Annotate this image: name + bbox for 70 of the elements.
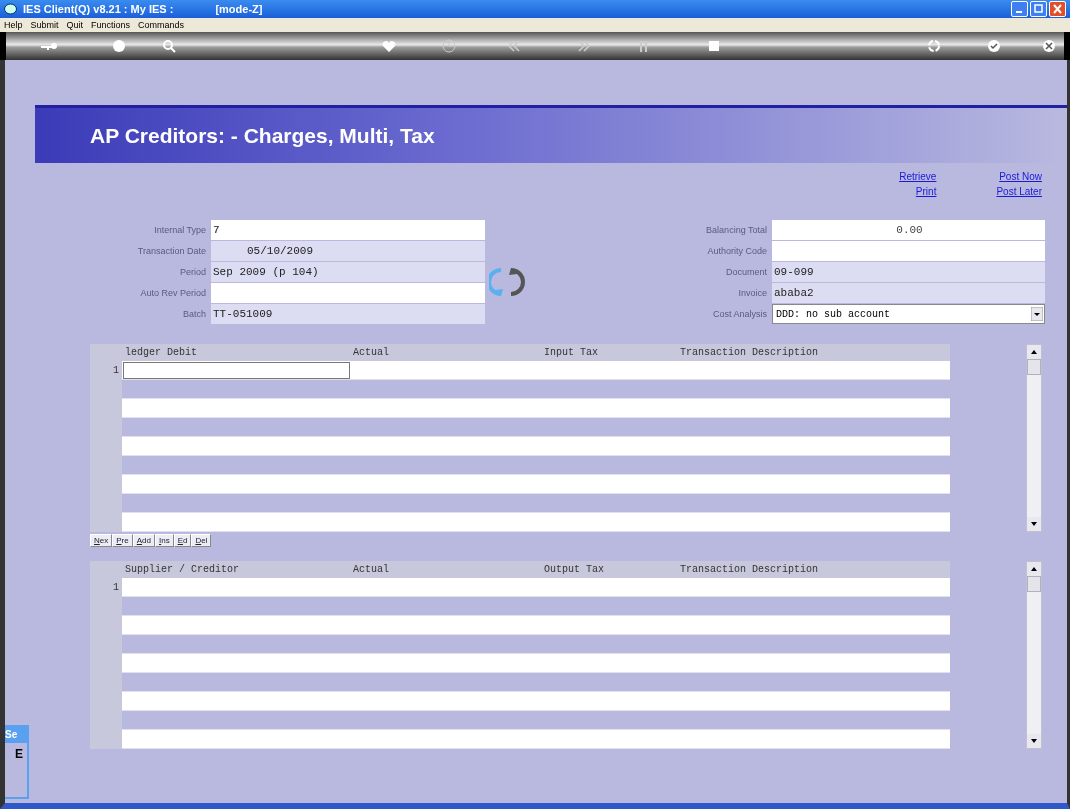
close-icon[interactable] xyxy=(1040,38,1058,54)
input-field[interactable] xyxy=(772,241,1045,261)
search-icon[interactable] xyxy=(160,38,178,54)
action-link[interactable]: Post Now xyxy=(996,171,1042,182)
check-icon[interactable] xyxy=(985,38,1003,54)
column-header: Transaction Description xyxy=(680,347,819,358)
column-header: Supplier / Creditor xyxy=(125,564,241,575)
clock-icon[interactable] xyxy=(440,38,458,54)
column-header: Actual xyxy=(353,347,390,358)
scroll-up-icon[interactable] xyxy=(1027,345,1041,359)
scroll-down-icon[interactable] xyxy=(1027,517,1041,531)
row-number: 1 xyxy=(112,581,120,595)
field-label: Authority Code xyxy=(706,246,767,256)
scrollbar[interactable] xyxy=(1026,344,1042,532)
row-number: 1 xyxy=(112,364,120,378)
menu-item[interactable]: Help xyxy=(4,20,23,30)
input-field[interactable] xyxy=(211,283,485,303)
scroll-thumb[interactable] xyxy=(1027,359,1041,375)
maximize-icon[interactable] xyxy=(1030,1,1047,17)
action-link[interactable]: Print xyxy=(899,186,937,197)
dropdown-field[interactable]: DDD: no sub account xyxy=(772,304,1045,324)
close-icon[interactable] xyxy=(1049,1,1066,17)
table-row[interactable] xyxy=(122,361,950,380)
action-link[interactable]: Retrieve xyxy=(899,171,937,182)
column-header: Output Tax xyxy=(544,564,605,575)
column-header: Actual xyxy=(353,564,390,575)
minimize-icon[interactable] xyxy=(1011,1,1028,17)
input-field[interactable]: TT-051009 xyxy=(211,304,485,324)
scrollbar[interactable] xyxy=(1026,561,1042,749)
column-header: Input Tax xyxy=(544,347,599,358)
column-header: Transaction Description xyxy=(680,564,819,575)
input-field[interactable]: ababa2 xyxy=(772,283,1045,303)
heart-icon[interactable] xyxy=(380,38,398,54)
dropdown-arrow-icon[interactable] xyxy=(1031,307,1043,321)
input-field[interactable]: Sep 2009 (p 104) xyxy=(211,262,485,282)
field-label: Auto Rev Period xyxy=(139,288,206,298)
field-label: Transaction Date xyxy=(136,246,206,256)
grid-button[interactable]: Pre xyxy=(112,534,133,547)
input-field[interactable]: 05/10/2009 xyxy=(211,241,485,261)
menu-item[interactable]: Commands xyxy=(138,20,185,30)
input-field[interactable]: 0.00 xyxy=(772,220,1045,240)
page-title: AP Creditors: - Charges, Multi, Tax xyxy=(90,123,435,148)
field-label: Batch xyxy=(182,309,206,319)
menu-item[interactable]: Quit xyxy=(66,20,84,30)
action-link[interactable]: Post Later xyxy=(996,186,1042,197)
double-left-icon[interactable] xyxy=(505,38,523,54)
input-field[interactable]: 7 xyxy=(211,220,485,240)
column-header: ledger Debit xyxy=(125,347,198,358)
field-label: Balancing Total xyxy=(705,225,767,235)
active-cell[interactable] xyxy=(123,362,350,379)
grid-button[interactable]: Add xyxy=(132,534,155,547)
side-window-title: Se xyxy=(5,727,27,743)
scroll-thumb[interactable] xyxy=(1027,576,1041,592)
field-label: Internal Type xyxy=(153,225,206,235)
scroll-up-icon[interactable] xyxy=(1027,562,1041,576)
field-label: Document xyxy=(724,267,767,277)
input-field[interactable]: 09-099 xyxy=(772,262,1045,282)
menu-item[interactable]: Functions xyxy=(91,20,131,30)
field-label: Period xyxy=(179,267,206,277)
double-right-icon[interactable] xyxy=(575,38,593,54)
app-icon xyxy=(4,3,17,15)
scroll-down-icon[interactable] xyxy=(1027,734,1041,748)
field-label: Invoice xyxy=(737,288,767,298)
side-window-text: E xyxy=(15,747,23,761)
field-label: Cost Analysis xyxy=(711,309,767,319)
grid-button[interactable]: Del xyxy=(191,534,212,547)
grid-button[interactable]: Nex xyxy=(90,534,113,547)
menu-item[interactable]: Submit xyxy=(30,20,59,30)
mode-label: [mode-Z] xyxy=(215,3,263,15)
window-title: IES Client(Q) v8.21 : My IES : xyxy=(23,3,174,15)
